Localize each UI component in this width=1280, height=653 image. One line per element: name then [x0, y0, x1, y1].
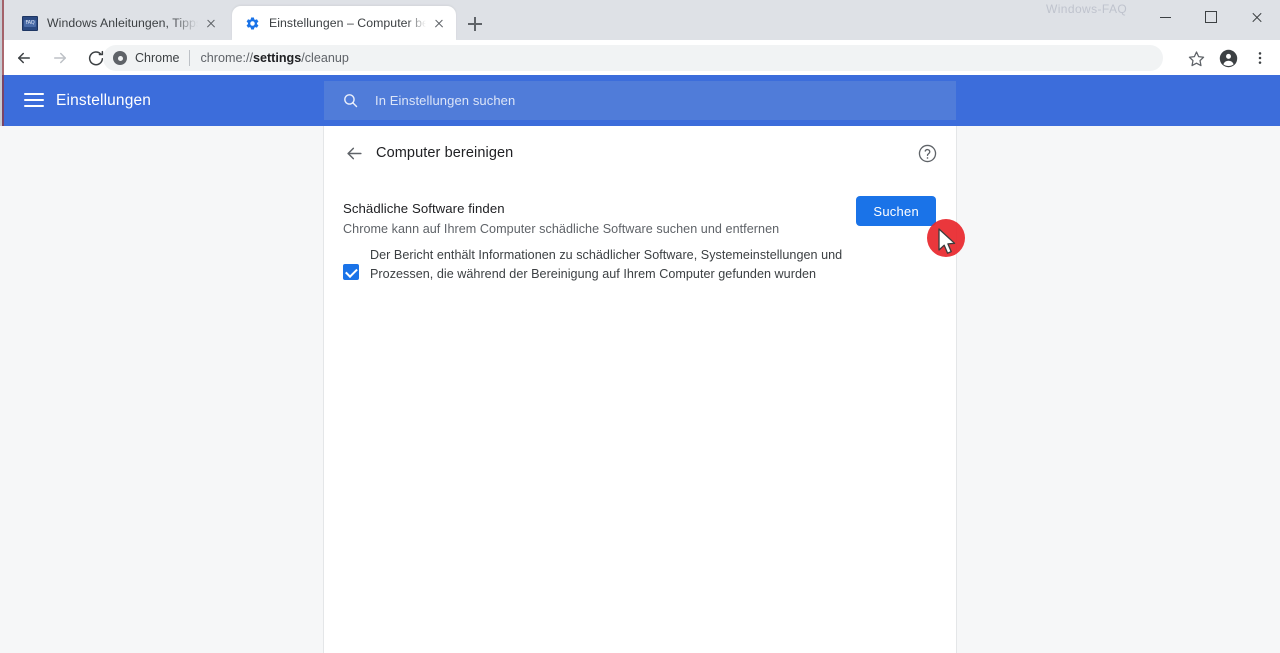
- tab-title: Windows Anleitungen, Tipps & Tricks: [47, 16, 198, 30]
- find-button[interactable]: Suchen: [856, 196, 936, 226]
- window-controls: [1142, 0, 1280, 34]
- url-suffix: /cleanup: [301, 51, 349, 65]
- toolbar-actions: [1180, 44, 1276, 72]
- chrome-settings-gear-icon: [244, 15, 260, 31]
- tab-title: Einstellungen – Computer bereinigen: [269, 16, 426, 30]
- browser-toolbar: Chrome chrome://settings/cleanup: [0, 40, 1280, 75]
- section-text-block: Schädliche Software finden Chrome kann a…: [343, 193, 779, 238]
- close-icon[interactable]: [202, 14, 220, 32]
- section-subtitle: Chrome kann auf Ihrem Computer schädlich…: [343, 222, 780, 236]
- settings-card: Computer bereinigen Schädliche Software …: [323, 126, 957, 653]
- hamburger-menu-icon[interactable]: [24, 90, 44, 110]
- help-icon[interactable]: [914, 140, 940, 166]
- window-left-accent: [2, 0, 4, 126]
- close-window-icon[interactable]: [1234, 0, 1280, 34]
- chrome-label: Chrome: [135, 51, 180, 65]
- chrome-icon: [113, 51, 127, 65]
- search-placeholder: In Einstellungen suchen: [375, 93, 516, 108]
- watermark-text: Windows-FAQ: [1046, 2, 1128, 16]
- url-bold: settings: [252, 51, 302, 65]
- report-checkbox[interactable]: [343, 264, 359, 280]
- report-checkbox-row[interactable]: Der Bericht enthält Informationen zu sch…: [343, 246, 933, 284]
- faq-site-icon: [22, 15, 38, 31]
- chrome-menu-icon[interactable]: [1246, 44, 1274, 72]
- browser-tab-1[interactable]: Windows Anleitungen, Tipps & Tricks: [10, 6, 228, 40]
- page-title: Computer bereinigen: [376, 144, 514, 161]
- section-title: Schädliche Software finden: [343, 201, 505, 216]
- divider: [189, 50, 191, 66]
- new-tab-button[interactable]: [463, 12, 487, 36]
- tab-strip: Windows Anleitungen, Tipps & Tricks Eins…: [0, 0, 1280, 40]
- back-icon[interactable]: [10, 44, 38, 72]
- url-text: chrome://settings/cleanup: [200, 51, 348, 65]
- cleanup-section: Schädliche Software finden Chrome kann a…: [324, 193, 956, 238]
- report-checkbox-label: Der Bericht enthält Informationen zu sch…: [370, 248, 843, 281]
- maximize-icon[interactable]: [1188, 0, 1234, 34]
- address-bar[interactable]: Chrome chrome://settings/cleanup: [103, 45, 1163, 71]
- mouse-pointer-icon: [938, 228, 956, 254]
- site-identity: Chrome: [113, 51, 179, 65]
- url-prefix: chrome://: [200, 51, 253, 65]
- search-icon: [342, 92, 359, 109]
- star-icon[interactable]: [1182, 44, 1210, 72]
- close-icon[interactable]: [430, 14, 448, 32]
- card-header: Computer bereinigen: [324, 126, 956, 179]
- forward-icon[interactable]: [46, 44, 74, 72]
- settings-search-input[interactable]: In Einstellungen suchen: [324, 81, 956, 120]
- back-arrow-icon[interactable]: [342, 141, 366, 165]
- browser-tab-2[interactable]: Einstellungen – Computer bereinigen: [232, 6, 456, 40]
- profile-avatar-icon[interactable]: [1214, 44, 1242, 72]
- settings-title: Einstellungen: [56, 91, 152, 109]
- minimize-icon[interactable]: [1142, 0, 1188, 34]
- browser-window: Windows Anleitungen, Tipps & Tricks Eins…: [0, 0, 1280, 653]
